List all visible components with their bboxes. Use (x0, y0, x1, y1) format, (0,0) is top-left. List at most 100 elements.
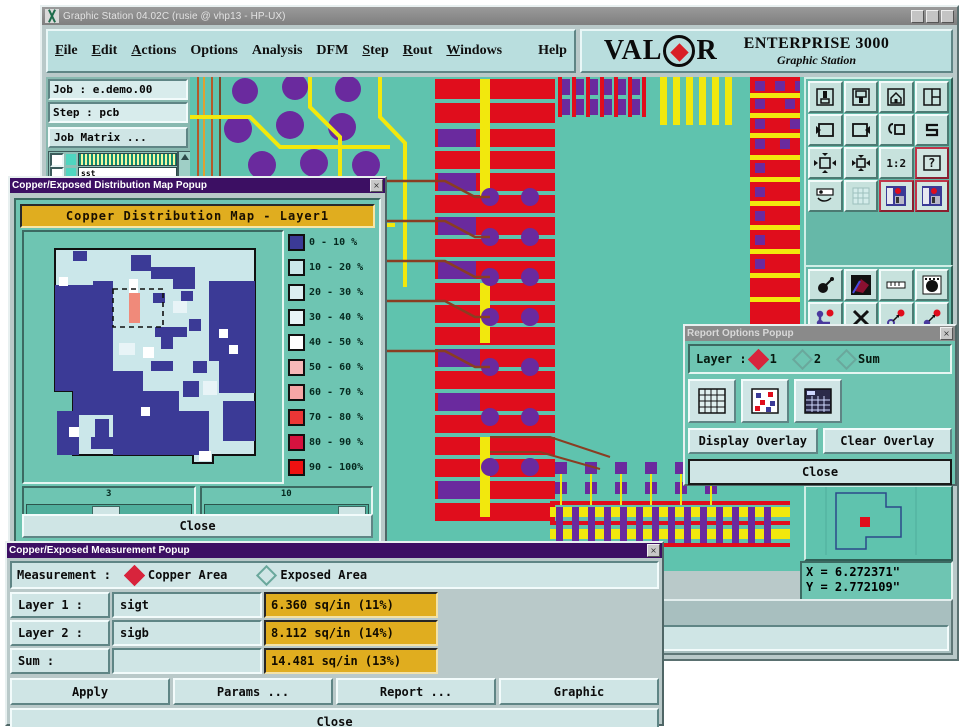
minimize-button[interactable] (911, 9, 924, 23)
product-subtitle: Graphic Station (777, 52, 857, 67)
legend-swatch (288, 459, 305, 476)
scale-1-2-icon[interactable]: 1:2 (879, 147, 914, 179)
radio-layer-2-label: 2 (813, 352, 822, 366)
pan-left-icon[interactable] (808, 114, 843, 146)
grid-icon[interactable] (688, 379, 736, 423)
close-button[interactable] (941, 9, 954, 23)
report-options-titlebar[interactable]: Report Options Popup × (685, 326, 955, 341)
legend-swatch (288, 384, 305, 401)
pad-icon[interactable] (914, 269, 949, 301)
preview-panel[interactable] (804, 485, 953, 561)
report-button[interactable]: Report ... (336, 678, 496, 705)
layer-name-field[interactable]: sigb (112, 620, 262, 646)
query-label: ? (928, 156, 936, 170)
distribution-map-canvas-frame[interactable] (22, 230, 284, 484)
window-controls[interactable] (911, 9, 954, 23)
measurement-titlebar[interactable]: Copper/Exposed Measurement Popup × (7, 543, 662, 558)
layer-radio-group[interactable]: Layer : 1 2 Sum (688, 344, 952, 374)
graphic-button[interactable]: Graphic (499, 678, 659, 705)
legend-label: 90 - 100% (309, 462, 364, 473)
distribution-map-legend: 0 - 10 % 10 - 20 % 20 - 30 % 30 - 40 % 4… (288, 230, 380, 480)
matrix-icon[interactable] (794, 379, 842, 423)
measure-icon[interactable] (808, 180, 843, 212)
rotate-icon[interactable] (879, 114, 914, 146)
menu-item-options[interactable]: Options (183, 43, 244, 59)
toolbox-secondary[interactable] (804, 265, 953, 334)
list-item[interactable] (50, 152, 177, 167)
measurement-mode-row[interactable]: Measurement : Copper Area Exposed Area (10, 561, 659, 589)
s-shape-icon[interactable] (914, 114, 949, 146)
radio-exposed-area[interactable] (256, 564, 278, 586)
layer-label: Layer : (696, 352, 747, 366)
distribution-map-titlebar[interactable]: Copper/Exposed Distribution Map Popup × (10, 178, 385, 193)
close-icon[interactable]: × (647, 544, 660, 557)
params-button[interactable]: Params ... (173, 678, 333, 705)
legend-row: 20 - 30 % (288, 280, 380, 305)
measurement-button-row[interactable]: Apply Params ... Report ... Graphic (10, 678, 659, 705)
layer-name-field[interactable]: sigt (112, 592, 262, 618)
scroll-up-arrow-icon[interactable] (180, 154, 189, 160)
job-matrix-button[interactable]: Job Matrix ... (48, 127, 188, 148)
coord-y: Y = 2.772109" (806, 580, 900, 594)
layer-checkbox[interactable] (50, 152, 64, 167)
help-query-icon[interactable]: ? (914, 147, 949, 179)
menu-item-actions[interactable]: Actions (124, 43, 183, 59)
zoom-fit-icon[interactable] (808, 147, 843, 179)
measurement-popup: Copper/Exposed Measurement Popup × Measu… (5, 541, 664, 727)
layer-compare-icon[interactable] (879, 180, 914, 212)
window-titlebar[interactable]: Graphic Station 04.02C (rusie @ vhp13 - … (42, 7, 957, 25)
layer-color-swatch (66, 154, 76, 165)
report-options-close-button[interactable]: Close (688, 459, 952, 485)
insert-down-icon[interactable] (843, 81, 878, 113)
pan-right-icon[interactable] (843, 114, 878, 146)
step-field[interactable]: Step : pcb (48, 102, 188, 123)
radio-layer-2[interactable] (791, 348, 813, 370)
maximize-button[interactable] (926, 9, 939, 23)
menu-item-file[interactable]: File (48, 43, 85, 59)
close-icon[interactable]: × (940, 327, 953, 340)
point-pick-icon[interactable] (808, 269, 843, 301)
menu-item-analysis[interactable]: Analysis (245, 43, 310, 59)
branding-band: VAL R ENTERPRISE 3000 Graphic Station (579, 29, 953, 73)
home-icon[interactable] (879, 81, 914, 113)
legend-label: 70 - 80 % (309, 412, 364, 423)
report-options-popup: Report Options Popup × Layer : 1 2 Sum D… (683, 324, 957, 486)
measurement-close-button[interactable]: Close (10, 708, 659, 727)
grid-toggle-icon[interactable] (843, 180, 878, 212)
report-options-body: Layer : 1 2 Sum Display Overlay Clear Ov… (688, 344, 952, 485)
close-icon[interactable]: × (370, 179, 383, 192)
legend-row: 40 - 50 % (288, 330, 380, 355)
menu-item-help[interactable]: Help (531, 43, 574, 59)
display-overlay-button[interactable]: Display Overlay (688, 428, 818, 454)
extract-up-icon[interactable] (808, 81, 843, 113)
legend-label: 50 - 60 % (309, 362, 364, 373)
apply-button[interactable]: Apply (10, 678, 170, 705)
radio-layer-1[interactable] (747, 348, 769, 370)
measurement-title: Copper/Exposed Measurement Popup (9, 545, 190, 556)
layer-compare-alt-icon[interactable] (914, 180, 949, 212)
menu-item-dfm[interactable]: DFM (309, 43, 355, 59)
legend-label: 0 - 10 % (309, 237, 358, 248)
clear-overlay-button[interactable]: Clear Overlay (822, 428, 952, 454)
report-mode-icons[interactable] (688, 379, 952, 423)
overlay-buttons[interactable]: Display Overlay Clear Overlay (688, 428, 952, 454)
scatter-icon[interactable] (741, 379, 789, 423)
menu-item-windows[interactable]: Windows (439, 43, 509, 59)
display-overlay-label: Display Overlay (698, 434, 807, 448)
preview-artwork (806, 487, 947, 555)
menu-item-edit[interactable]: Edit (85, 43, 125, 59)
job-field[interactable]: Job : e.demo.00 (48, 79, 188, 100)
menu-item-rout[interactable]: Rout (396, 43, 440, 59)
ruler-icon[interactable] (879, 269, 914, 301)
menubar[interactable]: File Edit Actions Options Analysis DFM S… (46, 29, 576, 73)
menu-item-step[interactable]: Step (355, 43, 395, 59)
radio-layer-sum[interactable] (835, 348, 858, 370)
zoom-region-icon[interactable] (843, 147, 878, 179)
polygon-icon[interactable] (843, 269, 878, 301)
radio-copper-area[interactable] (123, 564, 146, 586)
distribution-map-close-button[interactable]: Close (22, 514, 373, 538)
window-split-icon[interactable] (914, 81, 949, 113)
value-cell: 14.481 sq/in (13%) (264, 648, 438, 674)
row-label: Sum : (10, 648, 110, 674)
row-label: Layer 2 : (10, 620, 110, 646)
